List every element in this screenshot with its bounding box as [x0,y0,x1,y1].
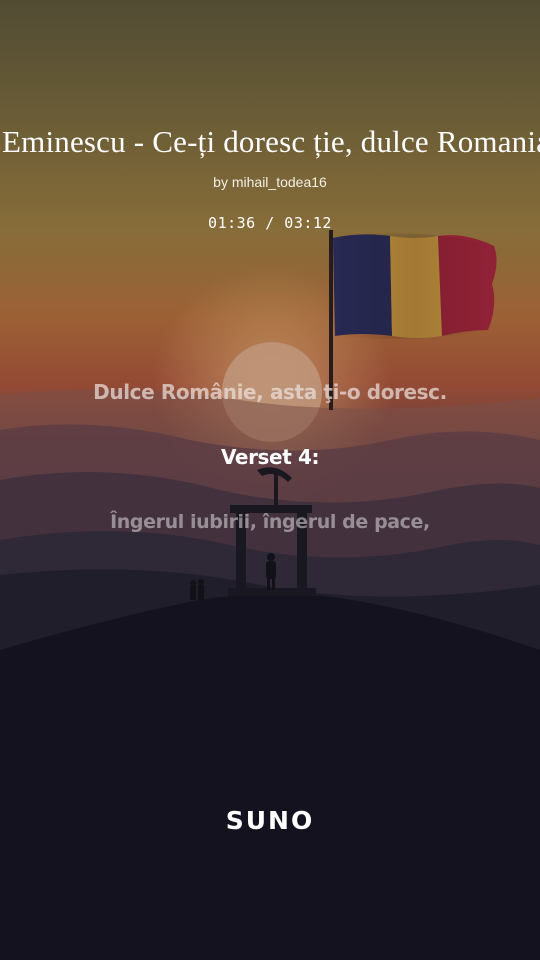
suno-logo[interactable]: SUNO [0,806,540,835]
lyric-next-line: Îngerul iubirii, îngerul de pace, [110,511,430,533]
artist-credit: by mihail_todea16 [213,174,327,190]
lyric-previous-line: Dulce Românie, asta ţi-o doresc. [93,380,447,404]
lyric-current-line: Verset 4: [220,445,320,469]
playback-time: 01:36 / 03:12 [208,214,332,232]
song-title: Eminescu - Ce-ți doresc ție, dulce Roman… [2,124,540,159]
player-screen: Eminescu - Ce-ți doresc ție, dulce Roman… [0,0,540,960]
